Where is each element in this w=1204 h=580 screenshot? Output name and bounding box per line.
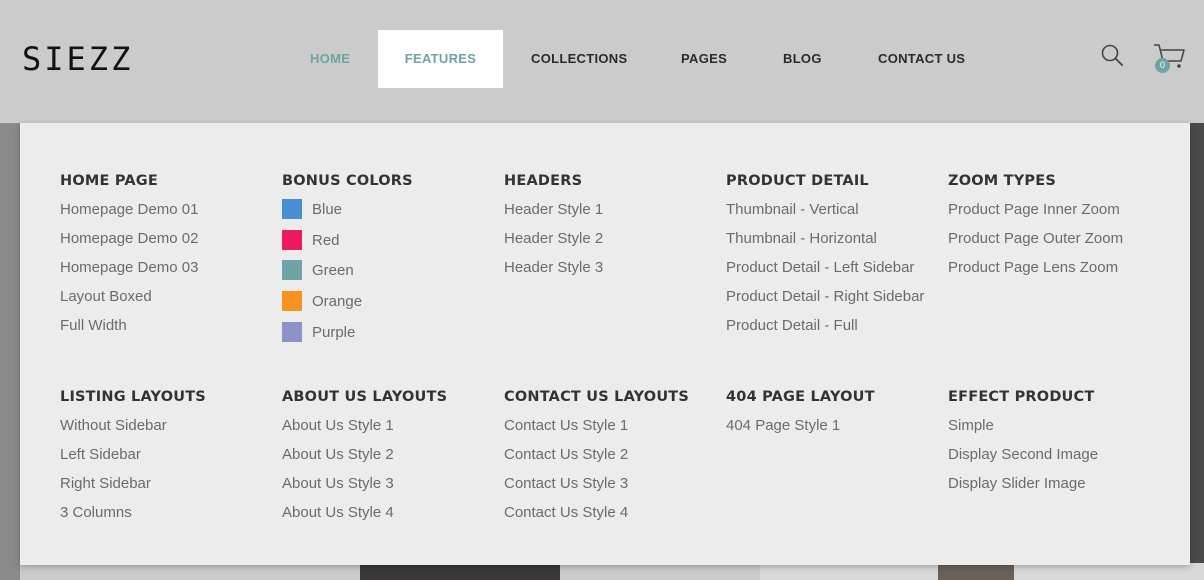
menu-column-listing-layouts: LISTING LAYOUTS Without Sidebar Left Sid… bbox=[60, 389, 206, 533]
column-title: HEADERS bbox=[504, 173, 583, 189]
background-page-right bbox=[1188, 123, 1204, 580]
site-logo[interactable]: SIEZZ bbox=[22, 40, 133, 78]
column-title: ABOUT US LAYOUTS bbox=[282, 389, 448, 405]
menu-link[interactable]: Display Slider Image bbox=[948, 475, 1098, 504]
color-label: Blue bbox=[312, 201, 343, 218]
column-title: LISTING LAYOUTS bbox=[60, 389, 206, 405]
color-swatch bbox=[282, 199, 302, 219]
menu-column-product-detail: PRODUCT DETAIL Thumbnail - Vertical Thum… bbox=[726, 173, 924, 346]
background-product-image bbox=[360, 563, 560, 580]
menu-link[interactable]: Contact Us Style 2 bbox=[504, 446, 689, 475]
menu-column-contact-us-layouts: CONTACT US LAYOUTS Contact Us Style 1 Co… bbox=[504, 389, 689, 533]
color-label: Red bbox=[312, 231, 340, 249]
menu-link[interactable]: Product Page Inner Zoom bbox=[948, 201, 1123, 230]
menu-link[interactable]: Contact Us Style 1 bbox=[504, 417, 689, 446]
menu-column-effect-product: EFFECT PRODUCT Simple Display Second Ima… bbox=[948, 389, 1098, 504]
column-title: PRODUCT DETAIL bbox=[726, 173, 869, 189]
menu-link[interactable]: Display Second Image bbox=[948, 446, 1098, 475]
color-swatch bbox=[282, 291, 302, 312]
column-title: 404 PAGE LAYOUT bbox=[726, 389, 875, 405]
column-title: BONUS COLORS bbox=[282, 173, 413, 189]
color-option-blue[interactable]: Blue bbox=[282, 199, 413, 232]
nav-item-home[interactable]: HOME bbox=[310, 30, 350, 88]
color-option-green[interactable]: Green bbox=[282, 260, 413, 293]
menu-link[interactable]: Contact Us Style 3 bbox=[504, 475, 689, 504]
color-swatch bbox=[282, 260, 302, 281]
menu-link[interactable]: Header Style 1 bbox=[504, 201, 603, 230]
color-label: Purple bbox=[312, 323, 356, 341]
menu-column-headers: HEADERS Header Style 1 Header Style 2 He… bbox=[504, 173, 603, 288]
menu-link[interactable]: Without Sidebar bbox=[60, 417, 206, 446]
nav-item-features[interactable]: FEATURES bbox=[378, 30, 503, 88]
menu-link[interactable]: Header Style 2 bbox=[504, 230, 603, 259]
color-option-orange[interactable]: Orange bbox=[282, 291, 413, 324]
menu-link[interactable]: Homepage Demo 03 bbox=[60, 259, 198, 288]
menu-link[interactable]: Homepage Demo 01 bbox=[60, 201, 198, 230]
menu-link[interactable]: Thumbnail - Vertical bbox=[726, 201, 924, 230]
menu-link[interactable]: Full Width bbox=[60, 317, 198, 346]
site-header: SIEZZ HOME FEATURES COLLECTIONS PAGES BL… bbox=[0, 0, 1204, 123]
nav-item-contact-us[interactable]: CONTACT US bbox=[878, 30, 965, 88]
menu-link[interactable]: Product Page Lens Zoom bbox=[948, 259, 1123, 288]
color-option-purple[interactable]: Purple bbox=[282, 321, 413, 355]
nav-item-collections[interactable]: COLLECTIONS bbox=[531, 30, 627, 88]
menu-column-about-us-layouts: ABOUT US LAYOUTS About Us Style 1 About … bbox=[282, 389, 447, 533]
color-label: Orange bbox=[312, 293, 363, 311]
menu-link[interactable]: Product Page Outer Zoom bbox=[948, 230, 1123, 259]
color-label: Green bbox=[312, 262, 354, 280]
features-mega-menu: HOME PAGE Homepage Demo 01 Homepage Demo… bbox=[20, 123, 1190, 565]
menu-link[interactable]: Header Style 3 bbox=[504, 259, 603, 288]
background-product-image bbox=[938, 565, 1014, 580]
column-title: CONTACT US LAYOUTS bbox=[504, 389, 690, 405]
menu-link[interactable]: Layout Boxed bbox=[60, 288, 198, 317]
nav-item-pages[interactable]: PAGES bbox=[681, 30, 727, 88]
search-icon[interactable] bbox=[1100, 43, 1126, 69]
menu-link[interactable]: Left Sidebar bbox=[60, 446, 206, 475]
menu-link[interactable]: Thumbnail - Horizontal bbox=[726, 230, 924, 259]
column-title: HOME PAGE bbox=[60, 173, 158, 189]
color-swatch bbox=[282, 229, 302, 250]
menu-link[interactable]: About Us Style 4 bbox=[282, 504, 447, 533]
color-swatch bbox=[282, 321, 302, 342]
menu-link[interactable]: Contact Us Style 4 bbox=[504, 504, 689, 533]
menu-link[interactable]: Simple bbox=[948, 417, 1098, 446]
cart-count-badge: 0 bbox=[1155, 58, 1170, 73]
menu-column-zoom-types: ZOOM TYPES Product Page Inner Zoom Produ… bbox=[948, 173, 1123, 288]
menu-link[interactable]: Product Detail - Full bbox=[726, 317, 924, 346]
menu-link[interactable]: Right Sidebar bbox=[60, 475, 206, 504]
column-title: ZOOM TYPES bbox=[948, 173, 1057, 189]
nav-item-blog[interactable]: BLOG bbox=[783, 30, 822, 88]
menu-column-home-page: HOME PAGE Homepage Demo 01 Homepage Demo… bbox=[60, 173, 198, 346]
color-option-red[interactable]: Red bbox=[282, 229, 413, 263]
cart-button[interactable]: 0 bbox=[1152, 42, 1186, 74]
background-page-left bbox=[0, 123, 20, 580]
menu-column-bonus-colors: BONUS COLORS Blue Red Green Orange Purpl… bbox=[282, 173, 413, 354]
menu-link[interactable]: About Us Style 2 bbox=[282, 446, 447, 475]
menu-link[interactable]: About Us Style 1 bbox=[282, 417, 447, 446]
menu-link[interactable]: About Us Style 3 bbox=[282, 475, 447, 504]
menu-column-404-page-layout: 404 PAGE LAYOUT 404 Page Style 1 bbox=[726, 389, 875, 446]
menu-link[interactable]: Product Detail - Left Sidebar bbox=[726, 259, 924, 288]
menu-link[interactable]: Product Detail - Right Sidebar bbox=[726, 288, 924, 317]
menu-link[interactable]: Homepage Demo 02 bbox=[60, 230, 198, 259]
column-title: EFFECT PRODUCT bbox=[948, 389, 1095, 405]
menu-link[interactable]: 3 Columns bbox=[60, 504, 206, 533]
menu-link[interactable]: 404 Page Style 1 bbox=[726, 417, 875, 446]
